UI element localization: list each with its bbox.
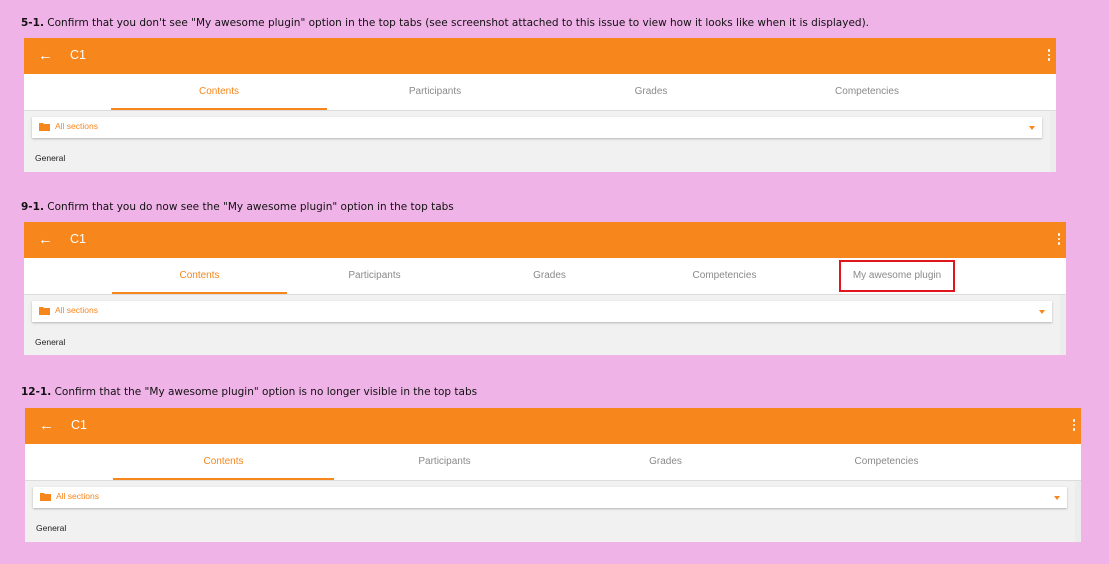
step-caption: 5-1. Confirm that you don't see "My awes… <box>21 17 869 29</box>
top-tabs: Contents Participants Grades Competencie… <box>25 444 1081 481</box>
scrollbar[interactable] <box>1075 481 1081 542</box>
step-caption: 12-1. Confirm that the "My awesome plugi… <box>21 386 477 398</box>
more-vert-icon[interactable] <box>1072 417 1076 435</box>
top-tabs: Contents Participants Grades Competencie… <box>24 258 1066 295</box>
section-title: General <box>35 153 66 163</box>
course-title: C1 <box>71 418 87 432</box>
scrollbar[interactable] <box>1050 111 1056 172</box>
tab-contents[interactable]: Contents <box>113 444 334 480</box>
app-screenshot: ← C1 Contents Participants Grades Compet… <box>25 408 1081 542</box>
folder-icon <box>39 307 50 315</box>
tab-competencies[interactable]: Competencies <box>637 258 812 294</box>
step-number: 9-1. <box>21 201 44 213</box>
step-number: 5-1. <box>21 17 44 29</box>
top-tabs: Contents Participants Grades Competencie… <box>24 74 1056 111</box>
tab-participants[interactable]: Participants <box>334 444 555 480</box>
step-text: Confirm that the "My awesome plugin" opt… <box>51 386 478 398</box>
app-screenshot: ← C1 Contents Participants Grades Compet… <box>24 222 1066 355</box>
top-app-bar: ← C1 <box>24 222 1066 258</box>
folder-icon <box>39 123 50 131</box>
step-text: Confirm that you don't see "My awesome p… <box>43 17 870 29</box>
tab-my-awesome-plugin[interactable]: My awesome plugin <box>812 258 982 294</box>
tab-competencies[interactable]: Competencies <box>759 74 975 110</box>
caret-down-icon <box>1039 310 1045 314</box>
step-text: Confirm that you do now see the "My awes… <box>43 201 454 213</box>
tab-participants[interactable]: Participants <box>327 74 543 110</box>
course-content: All sections General <box>25 481 1081 542</box>
section-selector-label: All sections <box>55 121 98 131</box>
back-arrow-icon[interactable]: ← <box>39 417 54 435</box>
tab-contents[interactable]: Contents <box>111 74 327 110</box>
caret-down-icon <box>1054 496 1060 500</box>
tab-grades[interactable]: Grades <box>555 444 776 480</box>
section-selector-label: All sections <box>55 305 98 315</box>
back-arrow-icon[interactable]: ← <box>38 47 53 65</box>
section-title: General <box>35 337 66 347</box>
tab-competencies[interactable]: Competencies <box>776 444 997 480</box>
more-vert-icon[interactable] <box>1057 231 1061 249</box>
top-app-bar: ← C1 <box>25 408 1081 444</box>
section-selector[interactable]: All sections <box>32 301 1052 322</box>
tab-participants[interactable]: Participants <box>287 258 462 294</box>
course-title: C1 <box>70 232 86 246</box>
course-content: All sections General <box>24 295 1066 355</box>
tab-grades[interactable]: Grades <box>462 258 637 294</box>
section-title: General <box>36 523 67 533</box>
scrollbar[interactable] <box>1060 295 1066 355</box>
section-selector[interactable]: All sections <box>32 117 1042 138</box>
highlighted-tab-label: My awesome plugin <box>838 260 956 292</box>
course-title: C1 <box>70 48 86 62</box>
top-app-bar: ← C1 <box>24 38 1056 74</box>
course-content: All sections General <box>24 111 1056 172</box>
caret-down-icon <box>1029 126 1035 130</box>
tab-contents[interactable]: Contents <box>112 258 287 294</box>
step-number: 12-1. <box>21 386 52 398</box>
back-arrow-icon[interactable]: ← <box>38 231 53 249</box>
section-selector[interactable]: All sections <box>33 487 1067 508</box>
app-screenshot: ← C1 Contents Participants Grades Compet… <box>24 38 1056 172</box>
tab-grades[interactable]: Grades <box>543 74 759 110</box>
folder-icon <box>40 493 51 501</box>
step-caption: 9-1. Confirm that you do now see the "My… <box>21 201 454 213</box>
more-vert-icon[interactable] <box>1047 47 1051 65</box>
section-selector-label: All sections <box>56 491 99 501</box>
